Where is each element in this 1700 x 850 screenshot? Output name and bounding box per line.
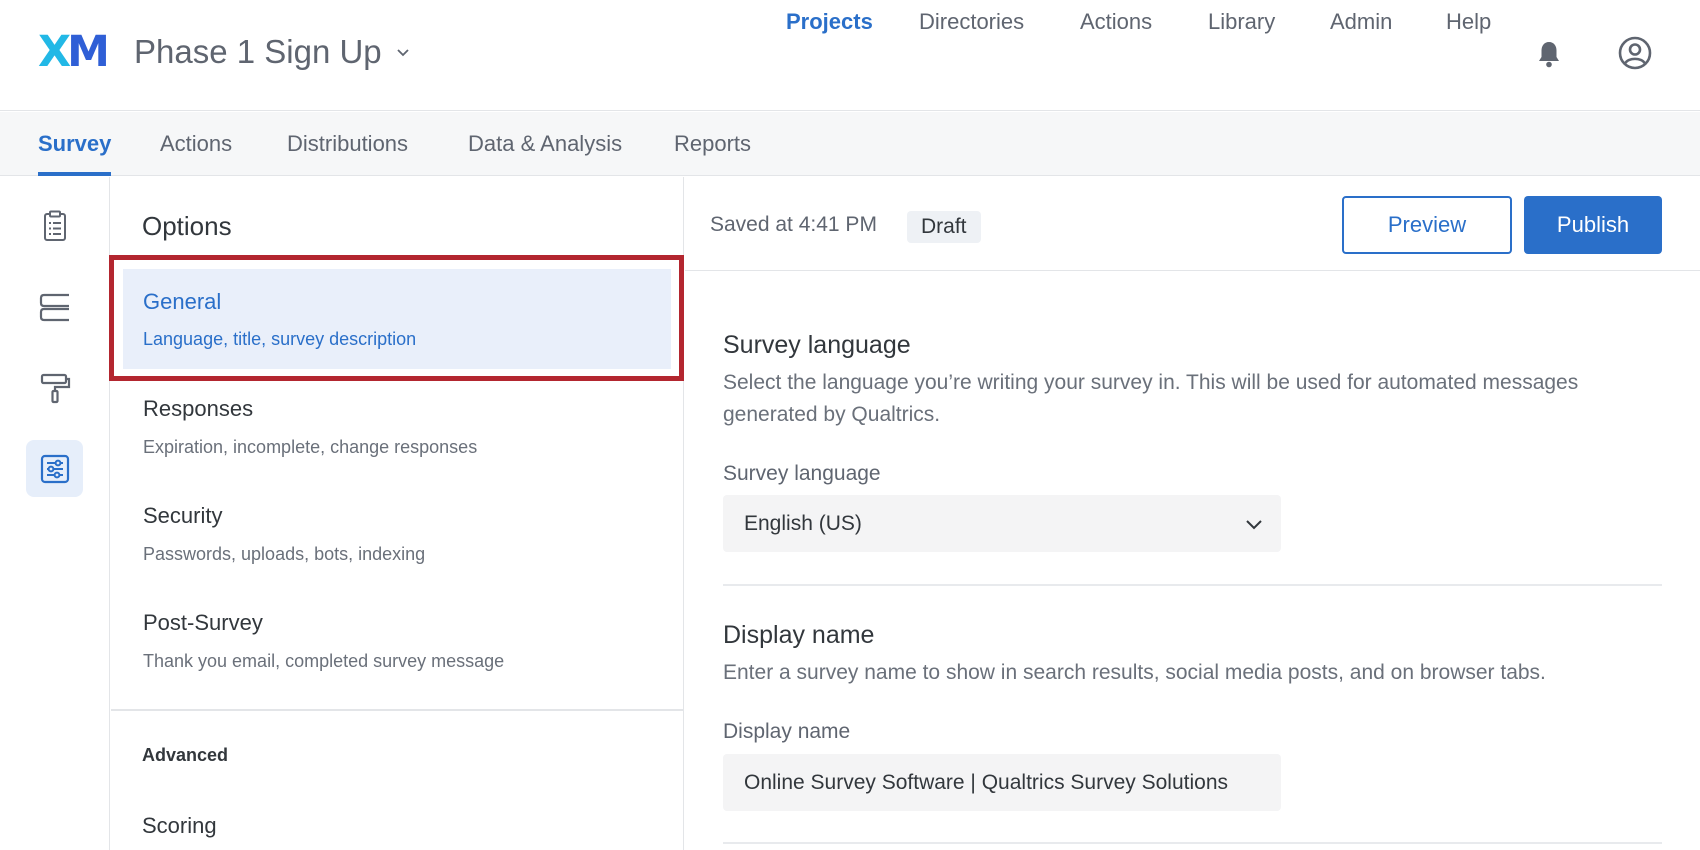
display-name-label: Display name <box>723 720 851 743</box>
project-switcher[interactable]: Phase 1 Sign Up <box>134 30 410 74</box>
tool-rail <box>0 177 110 850</box>
survey-language-description: Select the language you’re writing your … <box>723 371 1579 426</box>
bell-icon[interactable] <box>1536 40 1562 68</box>
option-title: Post-Survey <box>143 610 263 635</box>
top-header: XM Phase 1 Sign Up Projects Directories … <box>0 0 1700 111</box>
option-subtitle: Passwords, uploads, bots, indexing <box>143 544 426 564</box>
tab-survey[interactable]: Survey <box>38 112 112 176</box>
option-subtitle: Thank you email, completed survey messag… <box>143 651 505 671</box>
option-title: Security <box>143 503 223 528</box>
options-divider <box>111 709 684 711</box>
look-and-feel-button[interactable] <box>26 359 83 416</box>
section-divider <box>723 584 1662 586</box>
account-icon[interactable] <box>1618 36 1652 70</box>
tab-actions[interactable]: Actions <box>160 112 232 176</box>
advanced-heading: Advanced <box>142 745 229 765</box>
options-panel: Options General Language, title, survey … <box>109 177 684 850</box>
nav-admin[interactable]: Admin <box>1330 0 1392 44</box>
survey-tabs: Survey Actions Distributions Data & Anal… <box>0 112 1700 176</box>
option-title: General <box>143 289 222 314</box>
survey-options-button[interactable] <box>26 440 83 497</box>
survey-language-label: Survey language <box>723 462 881 485</box>
option-scoring[interactable]: Scoring <box>142 813 217 839</box>
chevron-down-icon <box>1246 520 1262 530</box>
blocks-icon <box>39 293 69 321</box>
option-general[interactable]: General Language, title, survey descript… <box>123 269 671 369</box>
section-divider <box>723 842 1662 844</box>
display-name-description: Enter a survey name to show in search re… <box>723 661 1546 684</box>
paint-roller-icon <box>40 373 70 403</box>
logo-m: M <box>67 27 110 77</box>
preview-button[interactable]: Preview <box>1342 196 1512 254</box>
options-title: Options <box>142 211 232 241</box>
status-bar: Saved at 4:41 PM Draft Preview Publish <box>685 177 1700 271</box>
publish-button[interactable]: Publish <box>1524 196 1662 254</box>
general-settings: Saved at 4:41 PM Draft Preview Publish S… <box>685 177 1700 850</box>
nav-help[interactable]: Help <box>1446 0 1491 44</box>
display-name-value: Online Survey Software | Qualtrics Surve… <box>744 771 1228 794</box>
chevron-down-icon <box>397 49 409 57</box>
nav-actions[interactable]: Actions <box>1080 0 1152 44</box>
saved-status: Saved at 4:41 PM <box>710 213 877 236</box>
option-subtitle: Language, title, survey description <box>143 329 417 349</box>
option-subtitle: Expiration, incomplete, change responses <box>143 437 478 457</box>
survey-language-value: English (US) <box>744 512 862 535</box>
sliders-settings-icon <box>40 454 69 483</box>
clipboard-list-icon <box>43 210 66 241</box>
nav-library[interactable]: Library <box>1208 0 1275 44</box>
option-security[interactable]: Security Passwords, uploads, bots, index… <box>123 484 671 584</box>
nav-directories[interactable]: Directories <box>919 0 1024 44</box>
xm-logo[interactable]: XM <box>38 27 110 77</box>
option-post-survey[interactable]: Post-Survey Thank you email, completed s… <box>123 591 671 691</box>
draft-badge: Draft <box>907 211 981 243</box>
option-responses[interactable]: Responses Expiration, incomplete, change… <box>123 377 671 477</box>
blocks-button[interactable] <box>26 278 83 335</box>
tab-distributions[interactable]: Distributions <box>287 112 408 176</box>
option-title: Responses <box>143 396 254 421</box>
display-name-field[interactable]: Online Survey Software | Qualtrics Surve… <box>723 754 1281 811</box>
logo-x: X <box>38 27 71 77</box>
survey-language-heading: Survey language <box>723 331 911 359</box>
tab-reports[interactable]: Reports <box>674 112 751 176</box>
survey-flow-button[interactable] <box>26 197 83 254</box>
nav-projects[interactable]: Projects <box>786 0 873 44</box>
survey-language-select[interactable]: English (US) <box>723 495 1281 552</box>
tab-data-analysis[interactable]: Data & Analysis <box>468 112 622 176</box>
display-name-heading: Display name <box>723 621 875 649</box>
project-name: Phase 1 Sign Up <box>134 33 382 70</box>
